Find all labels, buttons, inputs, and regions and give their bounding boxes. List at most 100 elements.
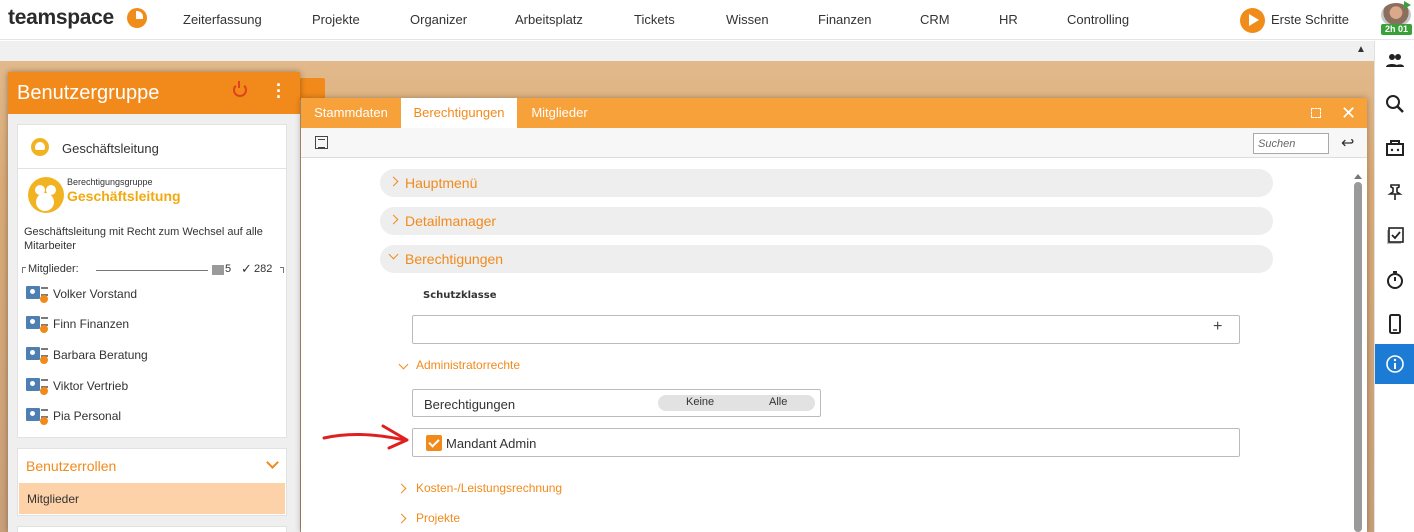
user-card-icon bbox=[26, 378, 40, 391]
tab-mitglieder[interactable]: Mitglieder bbox=[517, 98, 602, 128]
user-card-icon bbox=[26, 316, 40, 329]
tasks-icon[interactable] bbox=[1375, 216, 1414, 256]
next-card bbox=[17, 526, 287, 532]
stopwatch-icon[interactable] bbox=[1375, 260, 1414, 300]
search-input[interactable] bbox=[1253, 133, 1329, 154]
divider bbox=[18, 168, 286, 169]
section-label: Hauptmenü bbox=[405, 175, 478, 191]
member-item[interactable]: Barbara Beratung bbox=[26, 346, 276, 366]
nav-item-zeiterfassung[interactable]: Zeiterfassung bbox=[183, 12, 262, 27]
subsection-kosten[interactable]: Kosten-/Leistungsrechnung bbox=[416, 481, 562, 495]
scroll-thumb[interactable] bbox=[1354, 182, 1362, 532]
nav-item-hr[interactable]: HR bbox=[999, 12, 1018, 27]
subsection-admin-rights[interactable]: Administratorrechte bbox=[416, 358, 520, 372]
group-name: Geschäftsleitung bbox=[67, 188, 181, 204]
nav-item-tickets[interactable]: Tickets bbox=[634, 12, 675, 27]
annotation-arrow-icon bbox=[322, 424, 409, 450]
chevron-right-icon[interactable] bbox=[396, 483, 407, 494]
mandant-admin-row: Mandant Admin bbox=[412, 428, 1240, 457]
section-berechtigungen[interactable]: Berechtigungen bbox=[380, 245, 1273, 273]
scroll-up-icon[interactable] bbox=[1354, 174, 1362, 179]
roles-list-item[interactable]: Mitglieder bbox=[19, 483, 285, 514]
collapse-up-icon[interactable]: ▲ bbox=[1356, 44, 1366, 55]
roles-item-label: Mitglieder bbox=[27, 492, 80, 506]
member-name: Barbara Beratung bbox=[53, 348, 148, 362]
tab-berechtigungen[interactable]: Berechtigungen bbox=[401, 98, 517, 128]
close-icon[interactable]: ✕ bbox=[1341, 103, 1356, 123]
tab-bar: Stammdaten Berechtigungen Mitglieder ✕ bbox=[301, 98, 1367, 128]
pin-icon[interactable] bbox=[1375, 172, 1414, 212]
info-icon[interactable] bbox=[1375, 344, 1414, 384]
nav-item-controlling[interactable]: Controlling bbox=[1067, 12, 1129, 27]
member-name: Volker Vorstand bbox=[53, 287, 138, 301]
chevron-down-icon[interactable] bbox=[266, 456, 279, 469]
vertical-scrollbar[interactable] bbox=[1353, 159, 1363, 532]
search-icon[interactable] bbox=[1375, 84, 1414, 124]
chevron-down-icon[interactable] bbox=[398, 359, 409, 370]
nav-item-projekte[interactable]: Projekte bbox=[312, 12, 360, 27]
section-detailmanager[interactable]: Detailmanager bbox=[380, 207, 1273, 235]
permissions-dialog: Stammdaten Berechtigungen Mitglieder ✕ ↩… bbox=[301, 98, 1367, 532]
user-card-icon bbox=[26, 347, 40, 360]
chevron-right-icon bbox=[388, 176, 399, 187]
checklist-icon[interactable] bbox=[315, 136, 328, 149]
toggle-all[interactable]: Alle bbox=[769, 396, 787, 408]
nav-item-organizer[interactable]: Organizer bbox=[410, 12, 467, 27]
first-steps-link[interactable]: Erste Schritte bbox=[1271, 12, 1349, 27]
member-name: Pia Personal bbox=[53, 409, 122, 423]
nav-item-finanzen[interactable]: Finanzen bbox=[818, 12, 871, 27]
none-all-toggle[interactable]: Keine Alle bbox=[658, 395, 815, 411]
member-badge-icon bbox=[40, 295, 48, 303]
member-item[interactable]: Pia Personal bbox=[26, 407, 276, 427]
member-badge-icon bbox=[40, 417, 48, 425]
check-icon: ✓ bbox=[241, 261, 252, 276]
app-logo[interactable]: teamspace bbox=[8, 6, 114, 30]
group-info-card: Geschäftsleitung Berechtigungsgruppe Ges… bbox=[17, 124, 287, 438]
protection-class-field[interactable]: + bbox=[412, 315, 1240, 344]
power-icon[interactable] bbox=[233, 81, 247, 97]
chevron-down-icon bbox=[388, 249, 399, 260]
permissions-label: Berechtigungen bbox=[424, 397, 516, 412]
member-name: Viktor Vertrieb bbox=[53, 379, 129, 393]
more-vert-icon[interactable]: · · · bbox=[273, 76, 285, 106]
permissions-content: Hauptmenü Detailmanager Berechtigungen S… bbox=[301, 159, 1367, 532]
add-icon[interactable]: + bbox=[1213, 318, 1222, 336]
tab-stammdaten[interactable]: Stammdaten bbox=[301, 98, 401, 128]
timer-badge[interactable]: 2h 01 bbox=[1381, 24, 1412, 35]
undo-icon[interactable]: ↩ bbox=[1341, 133, 1354, 153]
member-badge-icon bbox=[40, 387, 48, 395]
mobile-icon[interactable] bbox=[1375, 304, 1414, 344]
user-roles-title[interactable]: Benutzerrollen bbox=[26, 458, 116, 474]
mandant-admin-label[interactable]: Mandant Admin bbox=[446, 436, 536, 451]
play-icon[interactable] bbox=[1240, 8, 1265, 33]
subsection-projekte[interactable]: Projekte bbox=[416, 511, 460, 525]
users-icon[interactable] bbox=[1375, 41, 1414, 81]
right-icon-rail bbox=[1374, 41, 1414, 532]
members-count: 5 bbox=[225, 263, 232, 275]
panel-header: Benutzergruppe · · · bbox=[8, 72, 300, 114]
chevron-right-icon[interactable] bbox=[396, 513, 407, 524]
section-label: Berechtigungen bbox=[405, 251, 504, 267]
member-item[interactable]: Viktor Vertrieb bbox=[26, 377, 276, 397]
members-header: Mitglieder: 5 ✓ 282 bbox=[22, 261, 284, 277]
group-short-name[interactable]: Geschäftsleitung bbox=[62, 141, 159, 156]
nav-item-wissen[interactable]: Wissen bbox=[726, 12, 769, 27]
dialog-toolbar: ↩ bbox=[301, 128, 1367, 158]
section-hauptmenue[interactable]: Hauptmenü bbox=[380, 169, 1273, 197]
toggle-none[interactable]: Keine bbox=[686, 396, 714, 408]
panel-title: Benutzergruppe bbox=[17, 82, 160, 104]
nav-item-arbeitsplatz[interactable]: Arbeitsplatz bbox=[515, 12, 583, 27]
user-card-icon bbox=[26, 286, 40, 299]
bracket-right bbox=[280, 267, 284, 273]
inbox-icon[interactable] bbox=[1375, 128, 1414, 168]
member-badge-icon bbox=[40, 356, 48, 364]
sub-bar: ▲ bbox=[0, 41, 1374, 61]
maximize-icon[interactable] bbox=[1311, 108, 1321, 118]
stacked-window-tab[interactable] bbox=[300, 78, 325, 100]
group-description: Geschäftsleitung mit Recht zum Wechsel a… bbox=[24, 226, 263, 252]
nav-item-crm[interactable]: CRM bbox=[920, 12, 950, 27]
member-item[interactable]: Volker Vorstand bbox=[26, 285, 276, 305]
timer-running-icon bbox=[1404, 1, 1411, 9]
mandant-admin-checkbox[interactable] bbox=[426, 435, 442, 451]
member-item[interactable]: Finn Finanzen bbox=[26, 315, 276, 335]
